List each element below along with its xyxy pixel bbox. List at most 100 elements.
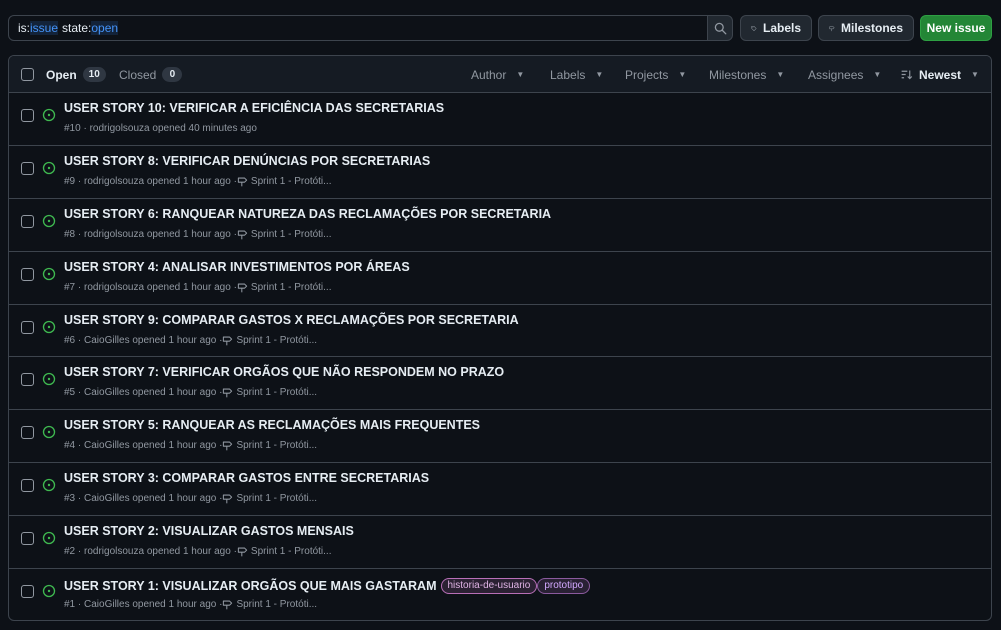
select-all-checkbox[interactable] (21, 68, 34, 81)
issue-row[interactable]: USER STORY 1: VISUALIZAR ORGÃOS QUE MAIS… (9, 569, 991, 620)
search-token-key: is: (18, 21, 30, 35)
issue-checkbox[interactable] (21, 373, 34, 387)
issue-meta-text: #3 · CaioGilles opened 1 hour ago · (64, 493, 223, 505)
search-token-value: issue (30, 21, 59, 35)
issue-row[interactable]: USER STORY 7: VERIFICAR ORGÃOS QUE NÃO R… (9, 357, 991, 411)
issue-row[interactable]: USER STORY 10: VERIFICAR A EFICIÊNCIA DA… (9, 93, 991, 146)
issue-meta: #3 · CaioGilles opened 1 hour ago · Spri… (64, 493, 317, 504)
issue-meta-text: #6 · CaioGilles opened 1 hour ago · (64, 334, 223, 346)
sort-filter-label: Newest (919, 67, 962, 82)
issue-row[interactable]: USER STORY 2: VISUALIZAR GASTOS MENSAIS … (9, 516, 991, 570)
issue-meta: #7 · rodrigolsouza opened 1 hour ago · S… (64, 282, 332, 293)
closed-issues-tab[interactable]: Closed 0 (119, 56, 183, 93)
issue-meta-text: #9 · rodrigolsouza opened 1 hour ago · (64, 175, 237, 187)
milestone-icon (237, 177, 248, 187)
new-issue-button[interactable]: New issue (920, 15, 992, 41)
issue-meta-text: #1 · CaioGilles opened 1 hour ago · (64, 599, 223, 611)
issue-milestone[interactable]: Sprint 1 - Protóti... (222, 493, 317, 504)
issue-title-link[interactable]: USER STORY 10: VERIFICAR A EFICIÊNCIA DA… (64, 101, 444, 115)
open-label: Open (46, 67, 77, 82)
issue-label[interactable]: prototipo (537, 578, 591, 595)
issue-row[interactable]: USER STORY 5: RANQUEAR AS RECLAMAÇÕES MA… (9, 410, 991, 464)
issues-list-header: Open 10 Closed 0 Author ▼ Labels ▼ Project… (9, 56, 991, 93)
issue-opened-icon (42, 161, 56, 175)
issue-milestone[interactable]: Sprint 1 - Protóti... (237, 176, 332, 187)
milestone-icon (237, 547, 248, 557)
search-input[interactable]: is: issue state: open (8, 15, 708, 41)
issue-row[interactable]: USER STORY 6: RANQUEAR NATUREZA DAS RECL… (9, 199, 991, 252)
issue-title-link[interactable]: USER STORY 8: VERIFICAR DENÚNCIAS POR SE… (64, 154, 430, 168)
issue-checkbox[interactable] (21, 320, 34, 334)
milestone-icon (237, 230, 248, 240)
issue-opened-icon (42, 584, 56, 598)
closed-count-badge: 0 (162, 67, 183, 82)
issue-checkbox[interactable] (21, 585, 34, 599)
chevron-down-icon: ▼ (678, 70, 687, 79)
issue-title-link[interactable]: USER STORY 3: COMPARAR GASTOS ENTRE SECR… (64, 471, 429, 485)
open-issues-tab[interactable]: Open 10 (46, 56, 106, 93)
issue-opened-icon (42, 267, 56, 280)
issue-checkbox[interactable] (21, 532, 34, 546)
issue-title-link[interactable]: USER STORY 4: ANALISAR INVESTIMENTOS POR… (64, 260, 410, 274)
issue-row[interactable]: USER STORY 3: COMPARAR GASTOS ENTRE SECR… (9, 463, 991, 517)
issue-checkbox[interactable] (21, 479, 34, 493)
top-bar: is: issue state: open Labels Milestones New… (0, 0, 1001, 56)
milestones-button[interactable]: Milestones (818, 15, 914, 41)
search-icon (714, 22, 726, 34)
issue-title-link[interactable]: USER STORY 9: COMPARAR GASTOS X RECLAMAÇ… (64, 313, 519, 327)
issue-milestone[interactable]: Sprint 1 - Protóti... (237, 546, 332, 557)
milestones-button-label: Milestones (840, 21, 903, 35)
search-button[interactable] (707, 15, 733, 41)
issue-milestone[interactable]: Sprint 1 - Protóti... (222, 335, 317, 346)
issue-milestone-label: Sprint 1 - Protóti... (250, 281, 332, 293)
issue-milestone[interactable]: Sprint 1 - Protóti... (222, 440, 317, 451)
author-filter-label: Author (471, 67, 507, 82)
issue-title-link[interactable]: USER STORY 5: RANQUEAR AS RECLAMAÇÕES MA… (64, 418, 480, 432)
milestone-icon (223, 494, 233, 504)
issue-milestone-label: Sprint 1 - Protóti... (250, 175, 332, 187)
issue-row[interactable]: USER STORY 9: COMPARAR GASTOS X RECLAMAÇ… (9, 305, 991, 358)
issue-checkbox[interactable] (21, 109, 34, 122)
issues-list: Open 10 Closed 0 Author ▼ Labels ▼ Project… (8, 55, 992, 621)
issue-milestone[interactable]: Sprint 1 - Protóti... (222, 599, 317, 610)
issue-checkbox[interactable] (21, 214, 34, 228)
issue-checkbox[interactable] (21, 161, 34, 175)
issue-checkbox[interactable] (21, 267, 34, 281)
issue-title-link[interactable]: USER STORY 6: RANQUEAR NATUREZA DAS RECL… (64, 207, 551, 221)
issue-milestone-label: Sprint 1 - Protóti... (236, 493, 318, 505)
issue-opened-icon (42, 531, 56, 545)
issue-milestone-label: Sprint 1 - Protóti... (250, 546, 332, 558)
issue-labels: historia-de-usuario prototipo (440, 577, 591, 595)
chevron-down-icon: ▼ (776, 70, 785, 79)
chevron-down-icon: ▼ (595, 70, 604, 79)
author-filter[interactable]: Author ▼ (471, 56, 524, 93)
projects-filter[interactable]: Projects ▼ (625, 56, 686, 93)
issue-milestone[interactable]: Sprint 1 - Protóti... (222, 387, 317, 398)
issue-milestone-label: Sprint 1 - Protóti... (250, 228, 332, 240)
issue-label[interactable]: historia-de-usuario (440, 578, 538, 595)
issue-milestone[interactable]: Sprint 1 - Protóti... (237, 229, 332, 240)
milestone-icon (223, 389, 233, 398)
issue-opened-icon (42, 426, 56, 439)
milestones-filter[interactable]: Milestones ▼ (709, 56, 784, 93)
projects-filter-label: Projects (625, 67, 669, 82)
labels-button-label: Labels (762, 21, 801, 35)
issue-opened-icon (42, 214, 56, 227)
issue-checkbox[interactable] (21, 426, 34, 440)
assignees-filter[interactable]: Assignees ▼ (808, 56, 881, 93)
labels-filter[interactable]: Labels ▼ (550, 56, 603, 93)
issue-milestone[interactable]: Sprint 1 - Protóti... (237, 282, 332, 293)
issue-row[interactable]: USER STORY 4: ANALISAR INVESTIMENTOS POR… (9, 252, 991, 305)
milestone-icon (223, 600, 233, 610)
tag-icon (751, 25, 757, 31)
labels-button[interactable]: Labels (740, 15, 812, 41)
milestone-icon (223, 441, 233, 451)
issue-title-link[interactable]: USER STORY 2: VISUALIZAR GASTOS MENSAIS (64, 524, 354, 538)
chevron-down-icon: ▼ (971, 70, 979, 79)
issue-title-link[interactable]: USER STORY 1: VISUALIZAR ORGÃOS QUE MAIS… (64, 579, 437, 593)
issue-title-link[interactable]: USER STORY 7: VERIFICAR ORGÃOS QUE NÃO R… (64, 365, 504, 379)
issue-row[interactable]: USER STORY 8: VERIFICAR DENÚNCIAS POR SE… (9, 146, 991, 199)
issue-meta: #9 · rodrigolsouza opened 1 hour ago · S… (64, 176, 332, 187)
sort-filter[interactable]: Newest ▼ (900, 56, 979, 93)
assignees-filter-label: Assignees (808, 67, 864, 82)
